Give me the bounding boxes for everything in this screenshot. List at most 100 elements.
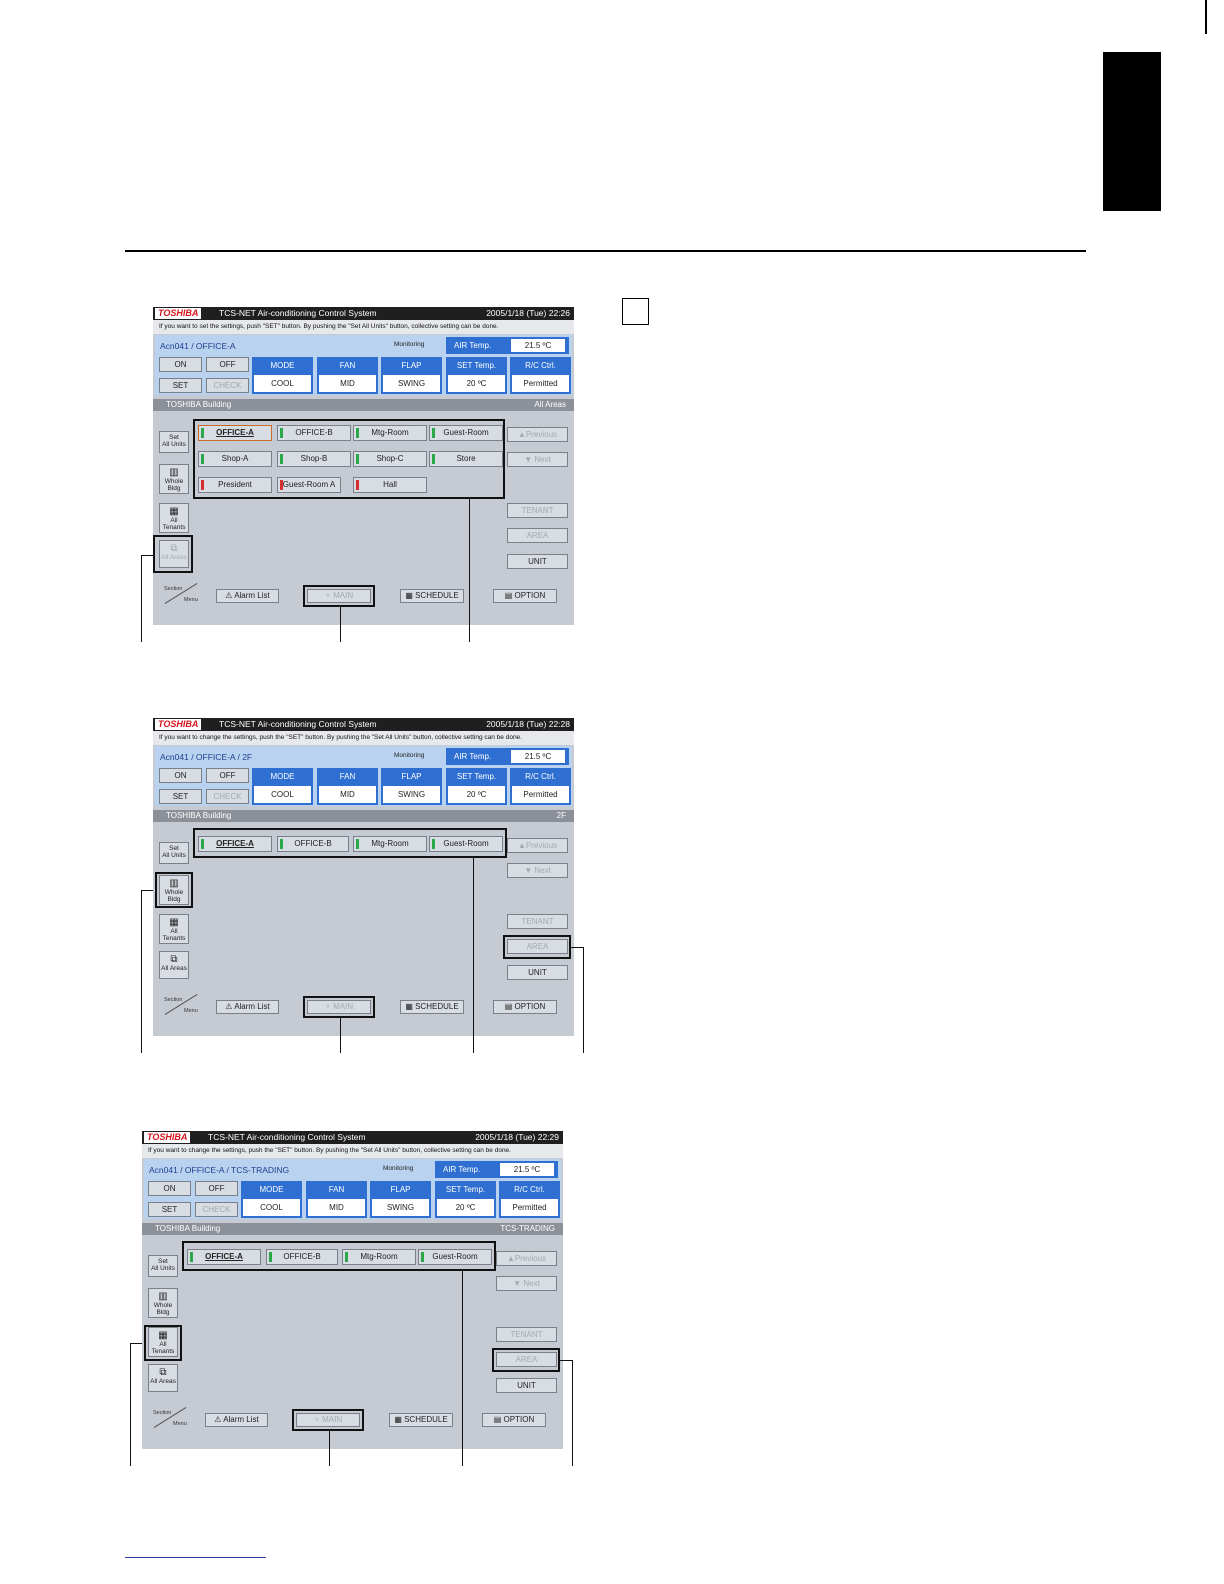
alarm-list-button[interactable]: ⚠ Alarm List	[205, 1413, 268, 1427]
callout-leader	[340, 607, 341, 642]
set-all-units-button[interactable]: Set All Units	[159, 431, 189, 453]
set-cell[interactable]: SET Temp. 20 ºC	[435, 1181, 496, 1218]
tenants-label-2: Tenants	[162, 524, 186, 531]
mode-header: MODE	[270, 772, 295, 781]
mode-header: MODE	[259, 1185, 284, 1194]
mode-cell[interactable]: MODE COOL	[252, 357, 313, 394]
schedule-button[interactable]: ▦ SCHEDULE	[400, 589, 464, 603]
set-cell[interactable]: SET Temp. 20 ºC	[446, 357, 507, 394]
callout-box	[193, 828, 507, 858]
off-button[interactable]: OFF	[206, 357, 249, 372]
scope-label: 2F	[556, 811, 566, 820]
fan-cell[interactable]: FAN MID	[317, 357, 378, 394]
building-name: TOSHIBA Building	[166, 400, 232, 409]
rc-cell[interactable]: R/C Ctrl. Permitted	[510, 768, 571, 805]
previous-button[interactable]: ▲Previous	[507, 838, 568, 853]
tenants-label-2: Tenants	[162, 935, 186, 942]
tenant-button[interactable]: TENANT	[507, 503, 568, 518]
fan-cell[interactable]: FAN MID	[317, 768, 378, 805]
alarm-label: Alarm List	[223, 1415, 259, 1424]
option-button[interactable]: ▤ OPTION	[493, 589, 557, 603]
all-areas-button[interactable]: ⧉ All Areas	[159, 951, 189, 979]
previous-button[interactable]: ▲Previous	[496, 1251, 557, 1266]
next-button[interactable]: ▼ Next	[507, 863, 568, 878]
set-button[interactable]: SET	[159, 789, 202, 804]
tenants-label-1: All	[170, 928, 178, 935]
fan-cell[interactable]: FAN MID	[306, 1181, 367, 1218]
callout-leader	[130, 1343, 142, 1344]
callout-leader	[473, 858, 474, 1053]
next-button[interactable]: ▼ Next	[496, 1276, 557, 1291]
whole-bldg-button[interactable]: ▥ Whole Bldg	[148, 1288, 178, 1318]
flap-value: SWING	[383, 375, 440, 392]
toshiba-logo: TOSHIBA	[155, 308, 202, 319]
unit-button[interactable]: UNIT	[507, 965, 568, 980]
schedule-button[interactable]: ▦ SCHEDULE	[389, 1413, 453, 1427]
on-button[interactable]: ON	[159, 768, 202, 783]
set-all-units-button[interactable]: Set All Units	[148, 1255, 178, 1277]
on-button[interactable]: ON	[148, 1181, 191, 1196]
set-all-label-2: All Units	[162, 852, 186, 859]
callout-box	[144, 1325, 182, 1361]
flap-cell[interactable]: FLAP SWING	[381, 768, 442, 805]
mode-cell[interactable]: MODE COOL	[241, 1181, 302, 1218]
callout-box	[182, 1241, 496, 1271]
callout-box	[303, 996, 375, 1018]
tenants-label-1: All	[170, 517, 178, 524]
flap-cell[interactable]: FLAP SWING	[370, 1181, 431, 1218]
title-bar: TOSHIBA TCS-NET Air-conditioning Control …	[153, 307, 574, 320]
tenant-button[interactable]: TENANT	[507, 914, 568, 929]
on-button[interactable]: ON	[159, 357, 202, 372]
set-button[interactable]: SET	[159, 378, 202, 393]
check-button[interactable]: CHECK	[206, 789, 249, 804]
set-value: 20 ºC	[448, 786, 505, 803]
set-button[interactable]: SET	[148, 1202, 191, 1217]
mode-cell[interactable]: MODE COOL	[252, 768, 313, 805]
option-button[interactable]: ▤ OPTION	[493, 1000, 557, 1014]
clock: 2005/1/18 (Tue) 22:29	[475, 1132, 559, 1142]
option-button[interactable]: ▤ OPTION	[482, 1413, 546, 1427]
fan-value: MID	[319, 786, 376, 803]
off-button[interactable]: OFF	[206, 768, 249, 783]
scope-label: TCS-TRADING	[500, 1224, 555, 1233]
unit-button[interactable]: UNIT	[507, 554, 568, 569]
air-temp: AIR Temp. 21.5 ºC	[435, 1161, 558, 1178]
flap-header: FLAP	[401, 772, 422, 781]
rc-value: Permitted	[501, 1199, 558, 1216]
all-areas-button[interactable]: ⧉ All Areas	[148, 1364, 178, 1392]
check-button[interactable]: CHECK	[206, 378, 249, 393]
all-tenants-button[interactable]: ▦ All Tenants	[159, 503, 189, 533]
building-name: TOSHIBA Building	[166, 811, 232, 820]
callout-leader	[560, 1360, 572, 1361]
grid-icon: ▦	[169, 917, 179, 928]
alarm-list-button[interactable]: ⚠ Alarm List	[216, 1000, 279, 1014]
calendar-icon: ▦	[405, 1002, 416, 1011]
set-value: 20 ºC	[448, 375, 505, 392]
set-header: SET Temp.	[445, 1185, 486, 1194]
set-all-label-2: All Units	[162, 441, 186, 448]
callout-box	[153, 535, 193, 573]
fan-header: FAN	[339, 361, 356, 370]
callout-box	[503, 935, 571, 959]
schedule-button[interactable]: ▦ SCHEDULE	[400, 1000, 464, 1014]
check-button[interactable]: CHECK	[195, 1202, 238, 1217]
clock: 2005/1/18 (Tue) 22:28	[486, 719, 570, 729]
area-button[interactable]: AREA	[507, 528, 568, 543]
menu-label: Menu	[184, 597, 198, 603]
previous-button[interactable]: ▲Previous	[507, 427, 568, 442]
building-icon: ▥	[169, 467, 179, 478]
off-button[interactable]: OFF	[195, 1181, 238, 1196]
next-button[interactable]: ▼ Next	[507, 452, 568, 467]
set-cell[interactable]: SET Temp. 20 ºC	[446, 768, 507, 805]
all-tenants-button[interactable]: ▦ All Tenants	[159, 914, 189, 944]
alarm-list-button[interactable]: ⚠ Alarm List	[216, 589, 279, 603]
callout-box	[492, 1348, 560, 1372]
callout-leader	[469, 499, 470, 642]
set-all-units-button[interactable]: Set All Units	[159, 842, 189, 864]
rc-cell[interactable]: R/C Ctrl. Permitted	[510, 357, 571, 394]
whole-bldg-button[interactable]: ▥ Whole Bldg	[159, 464, 189, 494]
unit-button[interactable]: UNIT	[496, 1378, 557, 1393]
flap-cell[interactable]: FLAP SWING	[381, 357, 442, 394]
rc-cell[interactable]: R/C Ctrl. Permitted	[499, 1181, 560, 1218]
tenant-button[interactable]: TENANT	[496, 1327, 557, 1342]
